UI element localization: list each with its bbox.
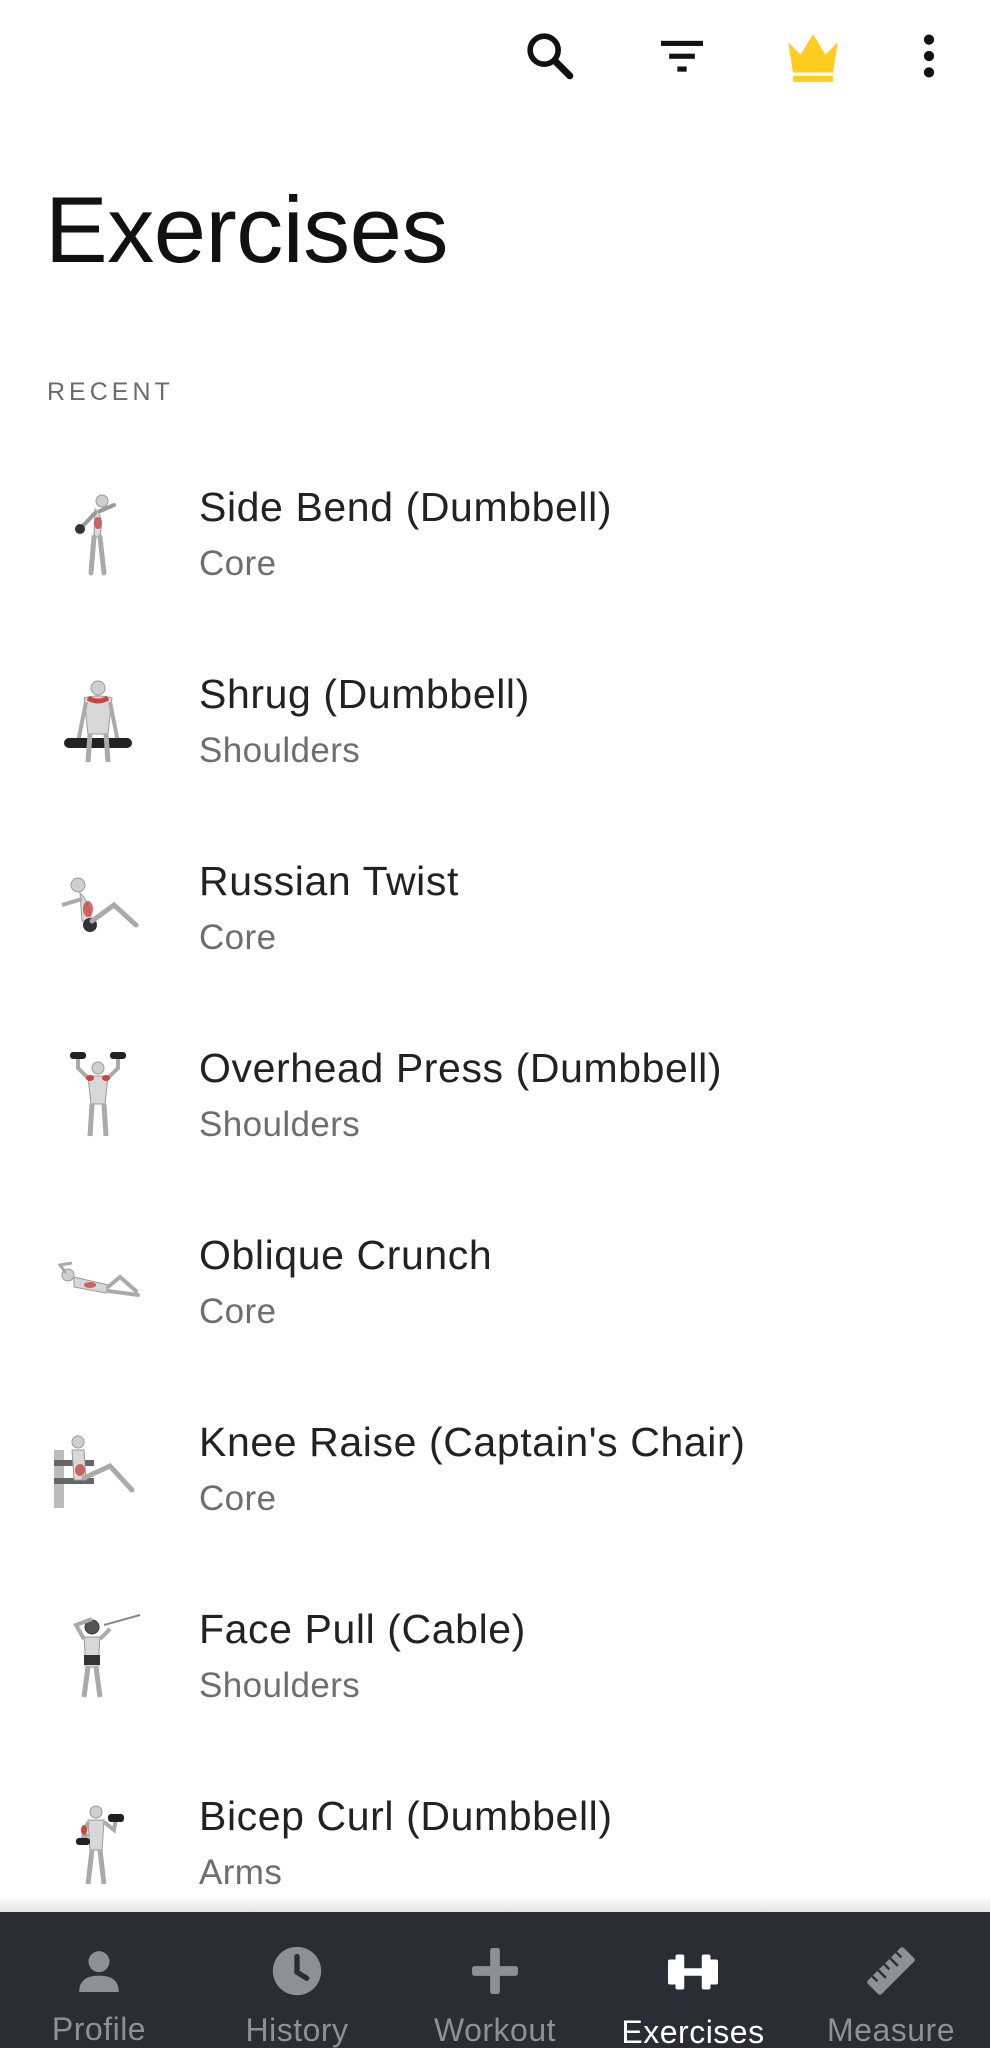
exercise-item[interactable]: Overhead Press (Dumbbell) Shoulders xyxy=(0,1001,990,1188)
exercise-thumbnail-icon xyxy=(76,1805,124,1885)
exercise-category: Core xyxy=(199,1479,277,1518)
exercise-name: Oblique Crunch xyxy=(199,1232,493,1278)
clock-icon xyxy=(272,1946,322,1996)
nav-item-workout[interactable]: Workout xyxy=(396,1912,594,2048)
exercise-category: Shoulders xyxy=(199,1105,361,1144)
exercise-thumbnail-icon xyxy=(57,1261,140,1297)
exercise-list: Side Bend (Dumbbell) Core Shrug (Dumbbel… xyxy=(0,440,990,1936)
page-title: Exercises xyxy=(45,177,448,282)
exercise-category: Core xyxy=(199,918,277,957)
exercise-item[interactable]: Russian Twist Core xyxy=(0,814,990,1001)
filter-icon xyxy=(661,40,703,72)
nav-item-measure[interactable]: Measure xyxy=(792,1912,990,2048)
exercise-thumbnail-icon xyxy=(73,1614,141,1698)
exercise-name: Shrug (Dumbbell) xyxy=(199,671,530,717)
nav-item-history[interactable]: History xyxy=(198,1912,396,2048)
nav-item-profile[interactable]: Profile xyxy=(0,1912,198,2048)
exercise-item[interactable]: Face Pull (Cable) Shoulders xyxy=(0,1562,990,1749)
exercise-thumbnail-icon xyxy=(70,1052,126,1137)
more-options-button[interactable] xyxy=(893,20,965,92)
search-button[interactable] xyxy=(514,20,586,92)
list-scroll-fade xyxy=(0,1895,990,1913)
ruler-icon xyxy=(867,1947,915,1995)
filter-button[interactable] xyxy=(646,20,718,92)
exercise-name: Overhead Press (Dumbbell) xyxy=(199,1045,723,1091)
bottom-navigation: Profile History Workout Exercises Measur… xyxy=(0,1912,990,2050)
crown-icon xyxy=(788,34,838,82)
exercise-thumbnail-icon xyxy=(54,1435,135,1508)
exercise-item[interactable]: Oblique Crunch Core xyxy=(0,1188,990,1375)
exercise-category: Shoulders xyxy=(199,731,361,770)
exercise-item[interactable]: Knee Raise (Captain's Chair) Core xyxy=(0,1375,990,1562)
exercise-name: Bicep Curl (Dumbbell) xyxy=(199,1793,613,1839)
search-icon xyxy=(527,33,574,80)
exercise-category: Arms xyxy=(199,1853,283,1892)
exercise-item[interactable]: Side Bend (Dumbbell) Core xyxy=(0,440,990,627)
exercise-category: Shoulders xyxy=(199,1666,361,1705)
exercise-name: Side Bend (Dumbbell) xyxy=(199,484,613,530)
exercise-thumbnail-icon xyxy=(75,494,116,576)
exercise-name: Knee Raise (Captain's Chair) xyxy=(199,1419,746,1465)
nav-label: Profile xyxy=(51,2011,147,2047)
top-toolbar xyxy=(0,0,990,112)
section-label-recent: RECENT xyxy=(47,378,174,406)
exercise-category: Core xyxy=(199,1292,277,1331)
nav-label: Workout xyxy=(433,2012,557,2048)
nav-label: Exercises xyxy=(621,2014,765,2050)
exercise-thumbnail-icon xyxy=(61,877,139,932)
exercise-thumbnail-icon xyxy=(64,680,132,763)
dumbbell-icon xyxy=(668,1954,718,1990)
plus-icon xyxy=(472,1948,518,1994)
premium-button[interactable] xyxy=(777,20,849,92)
exercise-name: Face Pull (Cable) xyxy=(199,1606,526,1652)
more-vert-icon xyxy=(923,34,935,78)
nav-item-exercises[interactable]: Exercises xyxy=(594,1912,792,2050)
nav-label: Measure xyxy=(827,2012,955,2048)
exercise-item[interactable]: Shrug (Dumbbell) Shoulders xyxy=(0,627,990,814)
exercise-name: Russian Twist xyxy=(199,858,459,904)
person-icon xyxy=(79,1950,119,1992)
exercise-category: Core xyxy=(199,544,277,583)
nav-label: History xyxy=(245,2012,349,2048)
